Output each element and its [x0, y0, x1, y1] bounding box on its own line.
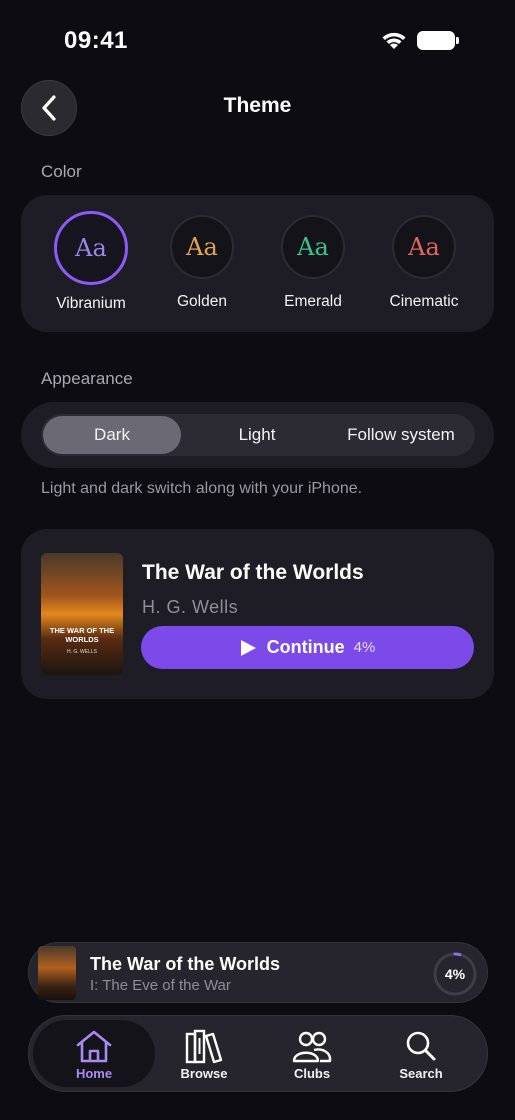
- color-sample: Aa: [297, 233, 329, 261]
- color-option-label: Golden: [177, 293, 227, 310]
- appearance-section-label: Appearance: [41, 369, 133, 388]
- tab-browse[interactable]: Browse: [143, 1020, 265, 1087]
- color-swatch-circle: Aa: [392, 215, 456, 279]
- status-time: 09:41: [64, 27, 128, 54]
- battery-icon: [417, 31, 455, 50]
- continue-progress: 4%: [353, 639, 376, 656]
- color-option-cinematic[interactable]: Aa Cinematic: [369, 215, 479, 325]
- color-swatch-circle: Aa: [170, 215, 234, 279]
- color-sample: Aa: [408, 233, 440, 261]
- mini-player-title: The War of the Worlds: [90, 954, 281, 974]
- appearance-option-follow-system[interactable]: Follow system: [331, 414, 471, 456]
- play-icon: [240, 639, 256, 656]
- color-option-label: Cinematic: [389, 293, 459, 310]
- appearance-option-light[interactable]: Light: [187, 414, 327, 456]
- appearance-option-dark[interactable]: Dark: [43, 416, 181, 454]
- book-author: H. G. Wells: [142, 597, 239, 617]
- color-swatch-circle: Aa: [54, 211, 128, 285]
- color-picker: Aa Vibranium Aa Golden Aa Emerald Aa Cin…: [21, 195, 494, 332]
- tab-home[interactable]: Home: [33, 1020, 155, 1087]
- mini-player[interactable]: The War of the Worlds I: The Eve of the …: [28, 942, 488, 1003]
- color-swatch-circle: Aa: [281, 215, 345, 279]
- appearance-helper-text: Light and dark switch along with your iP…: [41, 480, 363, 497]
- tab-label: Home: [75, 1066, 113, 1081]
- search-icon: [406, 1031, 436, 1061]
- tab-bar: Home Browse Clubs Search: [28, 1015, 488, 1092]
- color-option-vibranium[interactable]: Aa Vibranium: [36, 211, 146, 325]
- book-title: The War of the Worlds: [142, 561, 364, 584]
- book-card[interactable]: THE WAR OF THE WORLDS H. G. WELLS The Wa…: [21, 529, 494, 699]
- tab-label: Browse: [180, 1066, 228, 1081]
- color-sample: Aa: [186, 233, 218, 261]
- people-icon: [292, 1031, 332, 1063]
- appearance-segmented-control: Dark Light Follow system: [41, 414, 475, 456]
- color-option-label: Emerald: [284, 293, 342, 310]
- tab-label: Search: [399, 1066, 443, 1081]
- mini-player-progress: 4%: [444, 966, 466, 982]
- color-option-golden[interactable]: Aa Golden: [147, 215, 257, 325]
- cover-title: THE WAR OF THE WORLDS: [49, 626, 115, 644]
- status-bar: 09:41: [0, 0, 515, 80]
- color-sample: Aa: [75, 234, 107, 262]
- tab-label: Clubs: [293, 1066, 331, 1081]
- page-title: Theme: [223, 94, 292, 117]
- battery-nub: [456, 37, 459, 44]
- color-option-label: Vibranium: [56, 295, 126, 312]
- books-icon: [185, 1029, 223, 1064]
- tab-clubs[interactable]: Clubs: [251, 1020, 373, 1087]
- continue-button[interactable]: Continue 4%: [141, 626, 474, 669]
- appearance-control: Dark Light Follow system: [21, 402, 494, 468]
- color-option-emerald[interactable]: Aa Emerald: [258, 215, 368, 325]
- mini-player-chapter: I: The Eve of the War: [90, 977, 231, 994]
- wifi-icon: [382, 32, 406, 49]
- home-icon: [76, 1030, 112, 1063]
- tab-search[interactable]: Search: [360, 1020, 482, 1087]
- continue-label: Continue: [266, 637, 345, 657]
- mini-player-cover: [38, 946, 76, 1000]
- book-cover: THE WAR OF THE WORLDS H. G. WELLS: [41, 553, 123, 675]
- color-section-label: Color: [41, 162, 82, 181]
- cover-author: H. G. WELLS: [66, 649, 97, 655]
